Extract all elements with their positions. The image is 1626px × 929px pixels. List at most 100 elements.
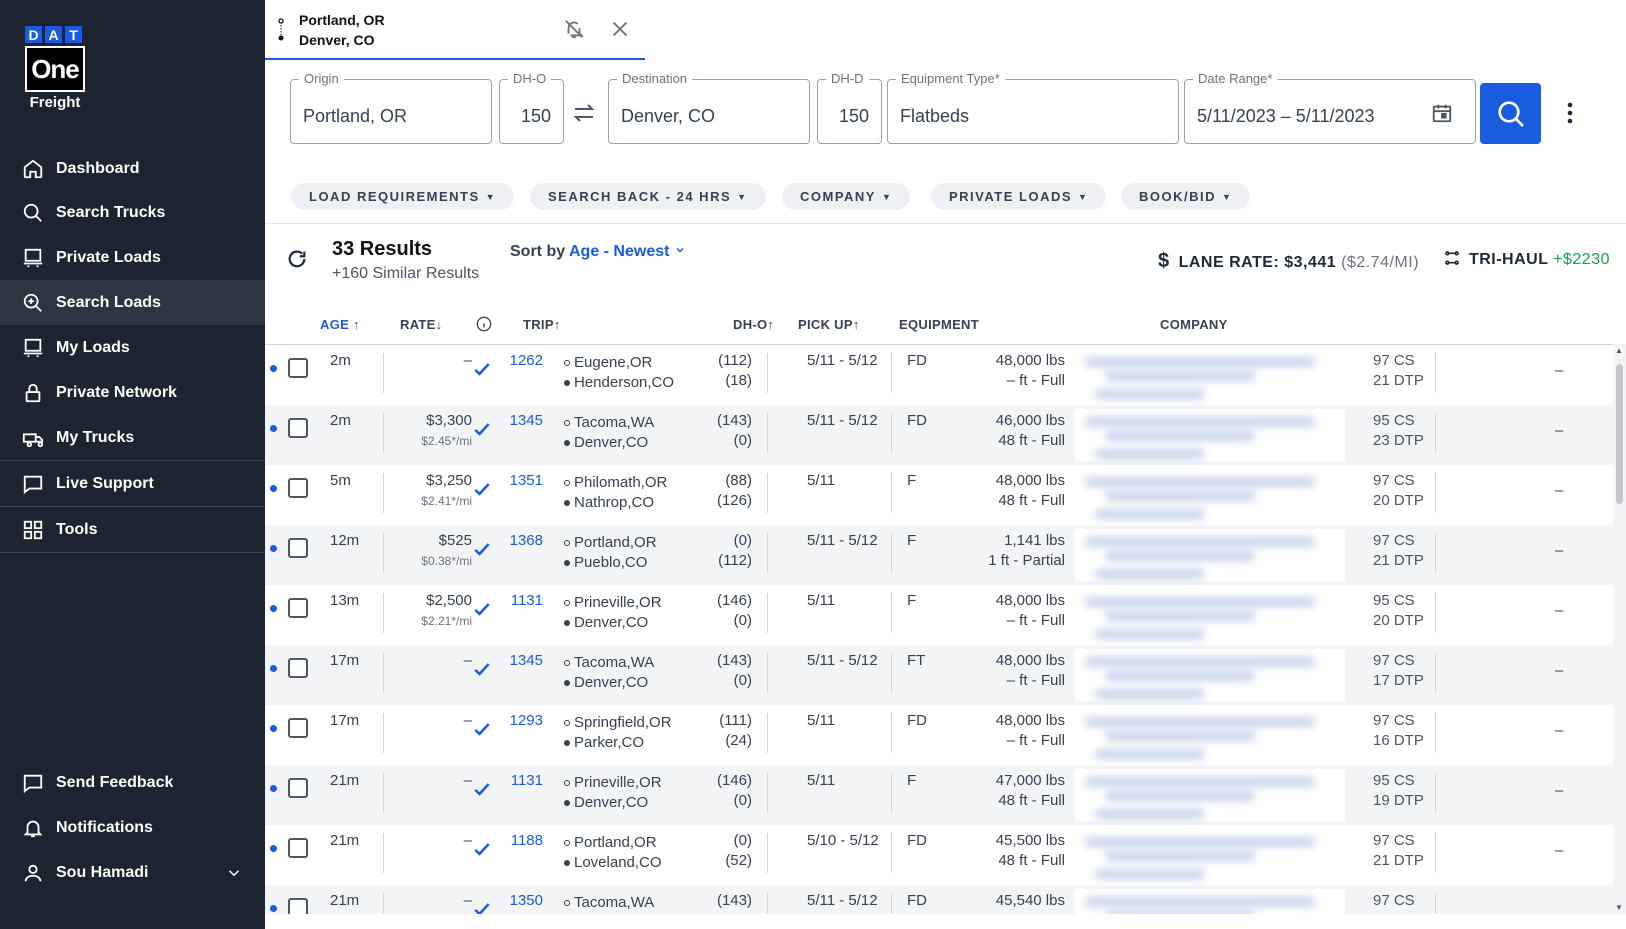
table-row[interactable]: 21m – 1188 Portland,OR Loveland,CO (0) (52) 5/1… [265,825,1613,885]
row-checkbox[interactable] [288,718,308,738]
sidebar-item-my-loads[interactable]: My Loads [0,325,265,370]
filter-search-back[interactable]: SEARCH BACK - 24 HRS ▼ [530,183,766,210]
trip-link[interactable]: 1188 [505,832,543,849]
date-range-value[interactable]: 5/11/2023 – 5/11/2023 [1197,106,1375,127]
sidebar-item-my-trucks[interactable]: My Trucks [0,415,265,460]
bell-off-icon[interactable] [563,18,585,40]
date-range-field[interactable]: Date Range* 5/11/2023 – 5/11/2023 [1184,71,1476,144]
trip-link[interactable]: 1262 [505,352,543,369]
row-checkbox[interactable] [288,478,308,498]
sidebar-item-private-loads[interactable]: Private Loads [0,235,265,280]
send-feedback-button[interactable]: Send Feedback [0,760,265,805]
scrollbar[interactable]: ▲ ▼ [1613,344,1626,914]
company-name-blurred[interactable] [1075,829,1345,881]
row-checkbox[interactable] [288,418,308,438]
info-icon[interactable] [476,316,492,332]
column-divider [891,353,892,393]
trip-link[interactable]: 1368 [505,532,543,549]
scrollbar-thumb[interactable] [1616,364,1623,504]
date-range-label: Date Range* [1193,71,1278,86]
rate-cell: – [463,892,472,909]
dh-o-field[interactable]: DH-O 150 [499,71,564,144]
table-row[interactable]: 17m – 1345 Tacoma,WA Denver,CO (143) (0) 5/11 -… [265,645,1613,705]
company-name-blurred[interactable] [1075,469,1345,521]
table-row[interactable]: 17m – 1293 Springfield,OR Parker,CO (111) (24)… [265,705,1613,765]
row-checkbox[interactable] [288,658,308,678]
table-row[interactable]: 21m – 1350 Tacoma,WA (143) 5/11 - 5/12 FD 45,54… [265,885,1613,914]
trip-link[interactable]: 1350 [505,892,543,909]
sidebar-item-private-network[interactable]: Private Network [0,370,265,415]
trip-link[interactable]: 1345 [505,652,543,669]
similar-results-link[interactable]: +160 Similar Results [332,265,479,283]
sidebar-item-search-loads[interactable]: Search Loads [0,280,265,325]
route-dots-icon [278,18,284,41]
company-name-blurred[interactable] [1075,769,1345,821]
company-name-blurred[interactable] [1075,709,1345,761]
sidebar-item-tools[interactable]: Tools [0,507,265,552]
row-checkbox[interactable] [288,538,308,558]
column-dh-o[interactable]: DH-O↑ [733,317,774,332]
notifications-button[interactable]: Notifications [0,805,265,850]
column-rate[interactable]: RATE↓ [400,317,442,332]
origin-field[interactable]: Origin Portland, OR [290,71,492,144]
trip-link[interactable]: 1131 [505,592,543,609]
destination-field[interactable]: Destination Denver, CO [608,71,810,144]
user-menu[interactable]: Sou Hamadi [0,850,265,895]
row-checkbox[interactable] [288,838,308,858]
row-checkbox[interactable] [288,898,308,914]
column-trip[interactable]: TRIP↑ [523,317,561,332]
column-equipment[interactable]: EQUIPMENT [899,317,979,332]
table-row[interactable]: 12m $525 $0.38*/mi 1368 Portland,OR Pueblo,CO… [265,525,1613,585]
table-row[interactable]: 2m – 1262 Eugene,OR Henderson,CO (112) (18) 5/1… [265,345,1613,405]
scroll-up-icon[interactable]: ▲ [1615,346,1623,355]
table-row[interactable]: 21m – 1131 Prineville,OR Denver,CO (146) (0) 5/… [265,765,1613,825]
search-tab[interactable]: Portland, OR Denver, CO [265,0,645,60]
sort-by-dropdown[interactable]: Sort by Age - Newest [510,243,686,261]
column-pickup[interactable]: PICK UP↑ [798,317,860,332]
trip-link[interactable]: 1351 [505,472,543,489]
company-name-blurred[interactable] [1075,589,1345,641]
more-vert-icon[interactable] [1567,102,1573,124]
dh-o-value[interactable]: 150 [521,106,551,127]
dh-d-value[interactable]: 150 [839,106,869,127]
trip-link[interactable]: 1345 [505,412,543,429]
sidebar-item-dashboard[interactable]: Dashboard [0,146,265,191]
tri-haul[interactable]: TRI-HAUL +$2230 [1444,250,1610,269]
calendar-icon[interactable] [1431,102,1453,124]
filter-load-requirements[interactable]: LOAD REQUIREMENTS ▼ [291,183,515,210]
search-button[interactable] [1480,83,1541,144]
filter-book-bid[interactable]: BOOK/BID ▼ [1121,183,1251,210]
row-checkbox[interactable] [288,358,308,378]
swap-icon[interactable] [572,102,596,124]
table-row[interactable]: 13m $2,500 $2.21*/mi 1131 Prineville,OR Denve… [265,585,1613,645]
company-name-blurred[interactable] [1075,529,1345,581]
equipment-type-value[interactable]: Flatbeds [900,106,969,127]
company-name-blurred[interactable] [1075,349,1345,401]
close-icon[interactable] [609,18,631,40]
column-company[interactable]: COMPANY [1160,317,1228,332]
row-checkbox[interactable] [288,778,308,798]
equipment-type-field[interactable]: Equipment Type* Flatbeds [887,71,1179,144]
row-checkbox[interactable] [288,598,308,618]
trip-link[interactable]: 1293 [505,712,543,729]
origin-value[interactable]: Portland, OR [303,106,407,127]
column-divider [1435,653,1436,693]
dh-d-field[interactable]: DH-D 150 [817,71,882,144]
chevron-down-icon[interactable] [225,864,243,882]
company-name-blurred[interactable] [1075,649,1345,701]
table-row[interactable]: 2m $3,300 $2.45*/mi 1345 Tacoma,WA Denver,CO (… [265,405,1613,465]
table-row[interactable]: 5m $3,250 $2.41*/mi 1351 Philomath,OR Nathrop… [265,465,1613,525]
sidebar-item-live-support[interactable]: Live Support [0,461,265,506]
dat-one-logo[interactable]: D A T One Freight [25,26,85,111]
trip-link[interactable]: 1131 [505,772,543,789]
filter-private-loads[interactable]: PRIVATE LOADS ▼ [931,183,1107,210]
filter-company[interactable]: COMPANY ▼ [782,183,911,210]
destination-value[interactable]: Denver, CO [621,106,715,127]
company-name-blurred[interactable] [1075,889,1345,914]
lane-rate[interactable]: $ LANE RATE: $3,441 ($2.74/MI) [1158,250,1419,273]
column-age[interactable]: AGE ↑ [320,317,360,332]
scroll-down-icon[interactable]: ▼ [1615,903,1623,912]
sidebar-item-search-trucks[interactable]: Search Trucks [0,190,265,235]
refresh-icon[interactable] [286,248,308,270]
company-name-blurred[interactable] [1075,409,1345,461]
